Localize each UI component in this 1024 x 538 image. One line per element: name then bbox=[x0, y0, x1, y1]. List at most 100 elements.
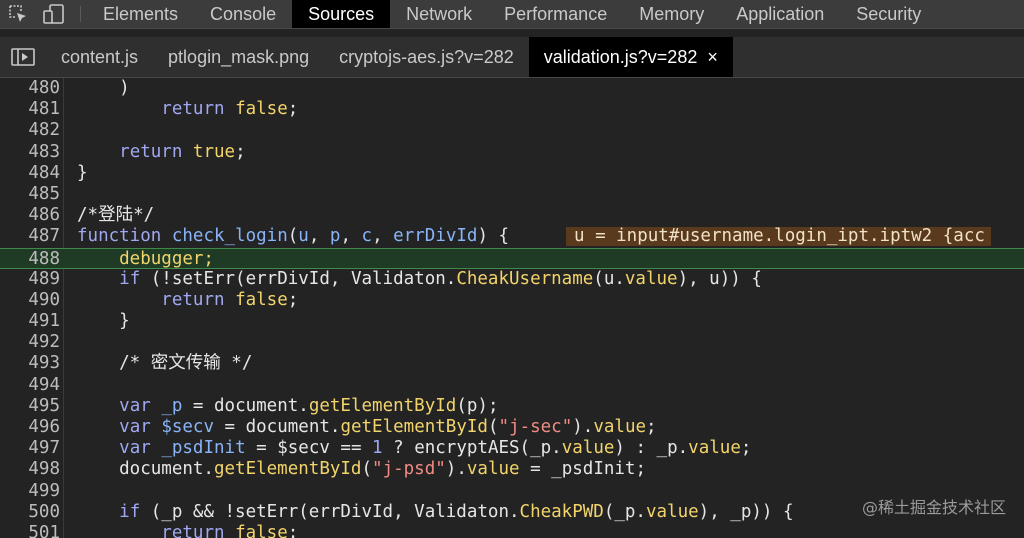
line-number[interactable]: 488 bbox=[0, 249, 60, 270]
code-token: getElementById bbox=[308, 395, 457, 416]
code-token: false bbox=[235, 99, 288, 120]
line-number[interactable]: 491 bbox=[0, 311, 60, 332]
code-line: 486 /*登陆*/ bbox=[0, 205, 1024, 226]
file-tab-cryptojs-aes[interactable]: cryptojs-aes.js?v=282 bbox=[324, 37, 529, 77]
code-token: (_p. bbox=[603, 501, 646, 522]
code-line: 495 var _p = document.getElementById(p); bbox=[0, 396, 1024, 417]
code-line: 496 var $secv = document.getElementById(… bbox=[0, 417, 1024, 438]
toggle-navigator-button[interactable] bbox=[0, 37, 46, 77]
line-number[interactable]: 487 bbox=[0, 226, 60, 247]
tab-sources[interactable]: Sources bbox=[292, 0, 391, 28]
code-token: = document. bbox=[182, 395, 309, 416]
code-token: value bbox=[466, 459, 520, 480]
code-token: u bbox=[298, 226, 309, 247]
code-line: 501 return false; bbox=[0, 523, 1024, 538]
line-number[interactable]: 501 bbox=[0, 523, 60, 538]
code-token: $secv bbox=[161, 417, 214, 437]
line-number[interactable]: 480 bbox=[0, 78, 60, 99]
tab-memory[interactable]: Memory bbox=[623, 0, 720, 28]
file-tab-ptlogin-mask[interactable]: ptlogin_mask.png bbox=[153, 37, 324, 77]
close-icon[interactable]: × bbox=[707, 47, 718, 68]
code-token: false bbox=[235, 522, 288, 538]
tab-network[interactable]: Network bbox=[390, 0, 488, 28]
line-number[interactable]: 489 bbox=[0, 269, 60, 290]
line-number[interactable]: 496 bbox=[0, 417, 60, 438]
tab-security[interactable]: Security bbox=[840, 0, 937, 28]
tab-elements[interactable]: Elements bbox=[87, 0, 194, 28]
line-number[interactable]: 485 bbox=[0, 184, 60, 205]
code-token: ; bbox=[646, 417, 657, 437]
line-number[interactable]: 490 bbox=[0, 290, 60, 311]
code-token: ; bbox=[235, 141, 246, 162]
code-token: /* 密文传输 */ bbox=[77, 353, 253, 374]
code-token: ( bbox=[361, 459, 373, 480]
code-token: return bbox=[161, 289, 225, 310]
toggle-navigator-icon bbox=[11, 48, 35, 66]
code-text: debugger; bbox=[77, 249, 214, 270]
tab-console[interactable]: Console bbox=[194, 0, 292, 28]
line-number[interactable]: 498 bbox=[0, 459, 60, 480]
code-line: 489 if (!setErr(errDivId, Validaton.Chea… bbox=[0, 269, 1024, 290]
file-tab-label: validation.js?v=282 bbox=[543, 46, 698, 67]
inspect-element-icon bbox=[9, 5, 26, 22]
code-text: } bbox=[77, 163, 88, 184]
code-token: , bbox=[340, 226, 362, 247]
line-number[interactable]: 495 bbox=[0, 396, 60, 417]
code-text: var _psdInit = $secv == 1 ? encryptAES(_… bbox=[77, 438, 751, 459]
device-toolbar-button[interactable] bbox=[36, 0, 72, 28]
code-text: if (!setErr(errDivId, Validaton.CheakUse… bbox=[77, 269, 762, 290]
code-token: (u. bbox=[593, 268, 625, 289]
code-text: return false; bbox=[77, 99, 298, 120]
line-number[interactable]: 494 bbox=[0, 375, 60, 396]
code-token: } bbox=[77, 311, 130, 332]
code-line: 498 document.getElementById("j-psd").val… bbox=[0, 459, 1024, 480]
toolbar-divider bbox=[80, 6, 81, 22]
code-token: return bbox=[119, 141, 183, 162]
code-token: var bbox=[119, 417, 151, 437]
line-number[interactable]: 500 bbox=[0, 502, 60, 523]
line-number[interactable]: 481 bbox=[0, 99, 60, 120]
line-number[interactable]: 483 bbox=[0, 142, 60, 163]
file-tab-validation-js[interactable]: validation.js?v=282 × bbox=[528, 37, 733, 77]
code-token: ; bbox=[287, 99, 299, 120]
code-line: 482 bbox=[0, 120, 1024, 141]
tab-performance[interactable]: Performance bbox=[488, 0, 623, 28]
line-number[interactable]: 492 bbox=[0, 332, 60, 353]
line-number[interactable]: 497 bbox=[0, 438, 60, 459]
line-number[interactable]: 486 bbox=[0, 205, 60, 226]
code-token: , bbox=[308, 226, 330, 247]
code-token: if bbox=[119, 501, 141, 522]
code-token: check_login bbox=[171, 226, 288, 247]
code-token: false bbox=[235, 289, 288, 310]
code-token: , bbox=[372, 226, 394, 247]
file-tab-content-js[interactable]: content.js bbox=[46, 37, 153, 77]
code-line: 487 function check_login(u, p, c, errDivI… bbox=[0, 226, 1024, 247]
code-line: 480 ) bbox=[0, 78, 1024, 99]
code-editor[interactable]: 480 ) 481 return false; 482 483 return true… bbox=[0, 78, 1024, 538]
code-token: = $secv == bbox=[245, 438, 373, 459]
code-lines: 480 ) 481 return false; 482 483 return true… bbox=[0, 78, 1024, 538]
line-number[interactable]: 493 bbox=[0, 353, 60, 374]
line-number[interactable]: 482 bbox=[0, 120, 60, 141]
line-number[interactable]: 484 bbox=[0, 163, 60, 184]
code-text: /*登陆*/ bbox=[77, 205, 154, 226]
line-number[interactable]: 499 bbox=[0, 481, 60, 502]
code-token: errDivId bbox=[393, 226, 478, 247]
code-token: function bbox=[77, 226, 162, 247]
tab-application[interactable]: Application bbox=[720, 0, 840, 28]
code-line: 485 bbox=[0, 184, 1024, 205]
inspect-element-button[interactable] bbox=[0, 0, 36, 28]
code-token: _p bbox=[161, 395, 183, 416]
code-token: getElementById bbox=[213, 459, 362, 480]
